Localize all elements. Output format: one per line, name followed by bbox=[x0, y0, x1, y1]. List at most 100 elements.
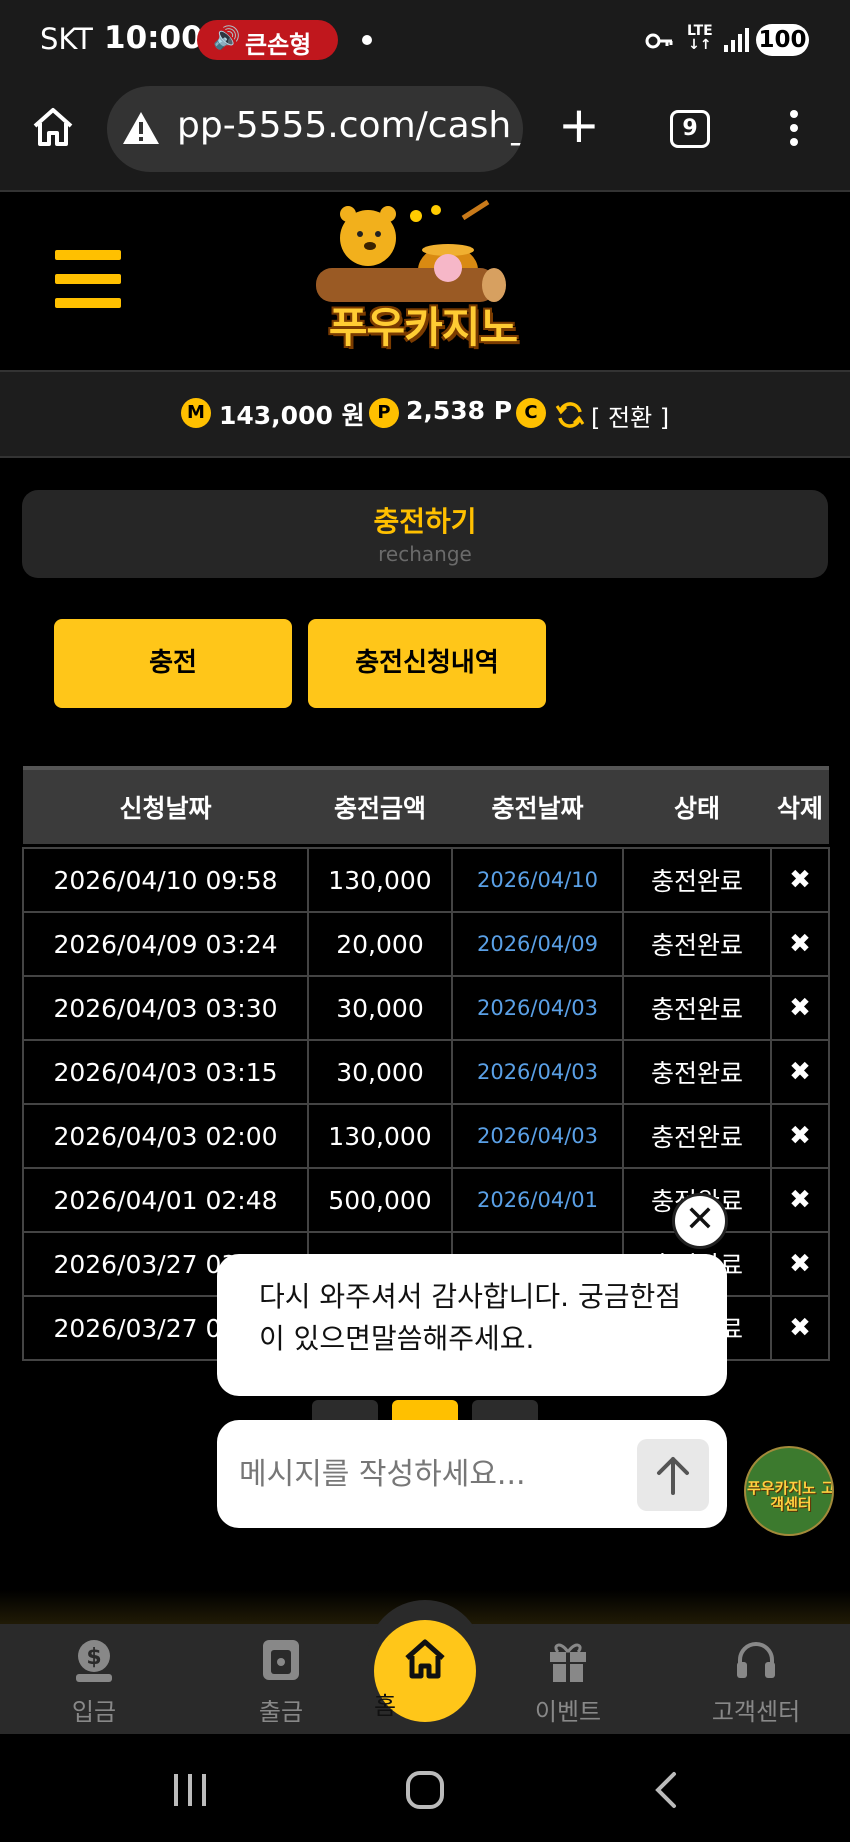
customer-center-avatar-label: 푸우카지노 고객센터 bbox=[746, 1479, 834, 1513]
atm-icon bbox=[263, 1640, 299, 1680]
money-bag-icon: $ bbox=[76, 1640, 112, 1682]
hamburger-menu-icon[interactable] bbox=[55, 250, 121, 308]
nav-event-label: 이벤트 bbox=[534, 1698, 602, 1726]
processed-date-cell: 2026/04/10 bbox=[451, 847, 624, 913]
nav-support-label: 고객센터 bbox=[711, 1698, 801, 1726]
home-system-icon[interactable] bbox=[405, 1770, 445, 1810]
nav-event[interactable]: 이벤트 bbox=[498, 1624, 638, 1734]
signal-icon bbox=[724, 28, 749, 52]
money-coin-icon: M bbox=[181, 398, 211, 428]
delete-icon[interactable]: ✖ bbox=[789, 1249, 811, 1279]
column-header: 신청날짜 bbox=[23, 766, 308, 844]
request-date-cell: 2026/04/09 03:24 bbox=[22, 911, 309, 977]
delete-cell: ✖ bbox=[770, 1039, 830, 1105]
deposit-history-tab-button[interactable]: 충전신청내역 bbox=[308, 619, 546, 708]
delete-cell: ✖ bbox=[770, 975, 830, 1041]
delete-cell: ✖ bbox=[770, 847, 830, 913]
point-balance: 2,538 P bbox=[406, 396, 513, 425]
warning-icon[interactable] bbox=[121, 108, 161, 148]
nav-home-button[interactable]: 홈 bbox=[374, 1620, 476, 1722]
processed-date-cell: 2026/04/03 bbox=[451, 1039, 624, 1105]
column-header: 삭제 bbox=[771, 766, 829, 844]
delete-icon[interactable]: ✖ bbox=[789, 993, 811, 1023]
nav-deposit[interactable]: $ 입금 bbox=[24, 1624, 164, 1734]
logo-text: 푸우카지노 bbox=[328, 303, 518, 352]
status-cell: 충전완료 bbox=[622, 1103, 772, 1169]
request-date-cell: 2026/04/03 03:30 bbox=[22, 975, 309, 1041]
table-row: 2026/04/03 03:30 30,000 2026/04/03 충전완료 ✖ bbox=[22, 975, 830, 1041]
delete-cell: ✖ bbox=[770, 1103, 830, 1169]
network-type: LTE ↓↑ bbox=[687, 23, 713, 53]
balance-bar: M 143,000 원 P 2,538 P C [ 전환 ] bbox=[0, 370, 850, 458]
amount-cell: 30,000 bbox=[307, 1039, 453, 1105]
page-title: 충전하기 bbox=[373, 505, 477, 538]
new-tab-icon[interactable]: + bbox=[558, 100, 600, 150]
request-date-cell: 2026/04/03 02:00 bbox=[22, 1103, 309, 1169]
refresh-icon[interactable] bbox=[555, 400, 585, 430]
nav-withdraw-label: 출금 bbox=[258, 1698, 304, 1726]
amount-cell: 20,000 bbox=[307, 911, 453, 977]
svg-text:$: $ bbox=[86, 1645, 101, 1670]
send-button[interactable] bbox=[637, 1439, 709, 1511]
call-pill[interactable]: 🔊 큰손형 bbox=[197, 20, 338, 60]
table-header-row: 신청날짜 충전금액 충전날짜 상태 삭제 bbox=[23, 766, 829, 844]
page-subtitle: rechange bbox=[378, 542, 472, 566]
processed-date-cell: 2026/04/03 bbox=[451, 1103, 624, 1169]
status-cell: 충전완료 bbox=[622, 975, 772, 1041]
nav-support[interactable]: 고객센터 bbox=[686, 1624, 826, 1734]
site-logo[interactable]: 푸우카지노 bbox=[298, 198, 548, 360]
chat-message-bubble: 다시 와주셔서 감사합니다. 궁금한점이 있으면말씀해주세요. bbox=[217, 1254, 727, 1396]
point-coin-icon: P bbox=[369, 398, 399, 428]
amount-cell: 130,000 bbox=[307, 847, 453, 913]
status-cell: 충전완료 bbox=[622, 1039, 772, 1105]
browser-home-icon[interactable] bbox=[30, 104, 76, 150]
url-text[interactable]: pp-5555.com/cash_C bbox=[177, 105, 523, 146]
home-icon bbox=[405, 1639, 445, 1679]
processed-date-cell: 2026/04/01 bbox=[451, 1167, 624, 1233]
delete-cell: ✖ bbox=[770, 1231, 830, 1297]
exchange-link[interactable]: [ 전환 ] bbox=[591, 398, 669, 433]
delete-icon[interactable]: ✖ bbox=[789, 1121, 811, 1151]
delete-cell: ✖ bbox=[770, 1167, 830, 1233]
delete-icon[interactable]: ✖ bbox=[789, 1057, 811, 1087]
nav-deposit-label: 입금 bbox=[71, 1698, 117, 1726]
request-date-cell: 2026/04/03 03:15 bbox=[22, 1039, 309, 1105]
deposit-tab-button[interactable]: 충전 bbox=[54, 619, 292, 708]
back-icon[interactable] bbox=[650, 1770, 680, 1810]
delete-icon[interactable]: ✖ bbox=[789, 929, 811, 959]
delete-cell: ✖ bbox=[770, 911, 830, 977]
amount-cell: 500,000 bbox=[307, 1167, 453, 1233]
headset-icon bbox=[737, 1642, 775, 1678]
table-row: 2026/04/03 02:00 130,000 2026/04/03 충전완료 ✖ bbox=[22, 1103, 830, 1169]
gift-icon bbox=[550, 1643, 586, 1682]
coupon-coin-icon: C bbox=[516, 398, 546, 428]
status-bar: SKT 10:00 🔊 큰손형 LTE ↓↑ 100 bbox=[0, 0, 850, 80]
chat-close-icon[interactable]: ✕ bbox=[672, 1193, 728, 1249]
table-row: 2026/04/03 03:15 30,000 2026/04/03 충전완료 ✖ bbox=[22, 1039, 830, 1105]
tab-switcher-button[interactable]: 9 bbox=[670, 110, 710, 148]
recent-apps-icon[interactable] bbox=[170, 1772, 210, 1808]
address-bar[interactable]: pp-5555.com/cash_C bbox=[107, 86, 523, 172]
delete-cell: ✖ bbox=[770, 1295, 830, 1361]
browser-menu-icon[interactable] bbox=[790, 110, 800, 150]
page-title-box: 충전하기 rechange bbox=[22, 490, 828, 578]
delete-icon[interactable]: ✖ bbox=[789, 1185, 811, 1215]
battery-indicator: 100 bbox=[756, 24, 809, 56]
clock: 10:00 bbox=[104, 20, 203, 56]
nav-home-label: 홈 bbox=[374, 1692, 397, 1720]
network-type-label: LTE bbox=[687, 23, 713, 39]
speaker-icon: 🔊 bbox=[213, 26, 241, 51]
processed-date-cell: 2026/04/03 bbox=[451, 975, 624, 1041]
arrow-up-icon bbox=[657, 1457, 689, 1495]
customer-center-avatar[interactable]: 푸우카지노 고객센터 bbox=[744, 1446, 834, 1536]
money-balance: 143,000 원 bbox=[219, 401, 365, 430]
nav-withdraw[interactable]: 출금 bbox=[211, 1624, 351, 1734]
chat-message-input[interactable] bbox=[239, 1444, 619, 1504]
processed-date-cell: 2026/04/09 bbox=[451, 911, 624, 977]
delete-icon[interactable]: ✖ bbox=[789, 865, 811, 895]
system-nav-bar bbox=[0, 1734, 850, 1842]
delete-icon[interactable]: ✖ bbox=[789, 1313, 811, 1343]
vpn-key-icon bbox=[645, 33, 673, 49]
browser-toolbar: pp-5555.com/cash_C + 9 bbox=[0, 80, 850, 192]
amount-cell: 130,000 bbox=[307, 1103, 453, 1169]
